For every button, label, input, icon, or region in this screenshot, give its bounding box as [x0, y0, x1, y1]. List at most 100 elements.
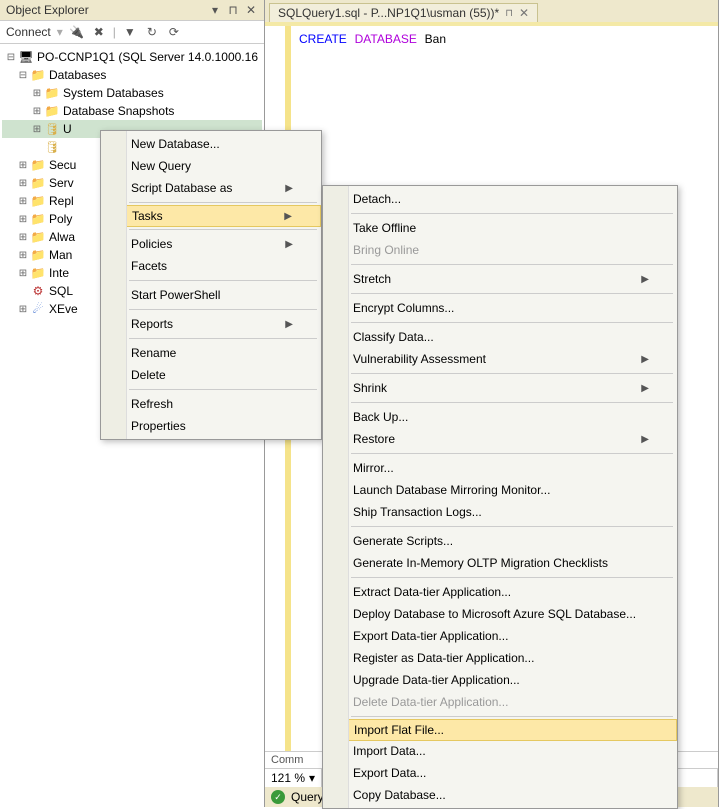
menu-export-data[interactable]: Export Data...	[323, 762, 677, 784]
document-tab[interactable]: SQLQuery1.sql - P...NP1Q1\usman (55))* ⊓…	[269, 3, 538, 22]
collapse-icon[interactable]: ⊟	[16, 70, 30, 81]
tree-node[interactable]: Repl	[49, 194, 74, 208]
chevron-right-icon: ▶	[641, 354, 649, 365]
menu-separator	[351, 293, 673, 294]
menu-restore[interactable]: Restore▶	[323, 428, 677, 450]
expand-icon[interactable]: ⊞	[16, 232, 30, 243]
tree-node[interactable]: Man	[49, 248, 72, 262]
system-databases-node[interactable]: System Databases	[63, 86, 164, 100]
expand-icon[interactable]: ⊞	[16, 196, 30, 207]
menu-vulnerability-assessment[interactable]: Vulnerability Assessment▶	[323, 348, 677, 370]
menu-launch-mirroring-monitor[interactable]: Launch Database Mirroring Monitor...	[323, 479, 677, 501]
object-explorer-toolbar: Connect ▾ 🔌 ✖ | ▼ ↻ ⟳	[0, 21, 264, 44]
folder-icon: 📁	[30, 230, 46, 244]
chevron-right-icon: ▶	[641, 274, 649, 285]
menu-stretch[interactable]: Stretch▶	[323, 268, 677, 290]
menu-separator	[129, 229, 317, 230]
menu-shrink[interactable]: Shrink▶	[323, 377, 677, 399]
menu-extract-dac[interactable]: Extract Data-tier Application...	[323, 581, 677, 603]
menu-separator	[351, 373, 673, 374]
tree-node[interactable]: Inte	[49, 266, 69, 280]
menu-separator	[129, 280, 317, 281]
expand-icon[interactable]: ⊞	[16, 214, 30, 225]
collapse-icon[interactable]: ⊟	[4, 52, 18, 63]
menu-policies[interactable]: Policies▶	[101, 233, 321, 255]
menu-generate-scripts[interactable]: Generate Scripts...	[323, 530, 677, 552]
menu-separator	[351, 453, 673, 454]
tree-node[interactable]: Alwa	[49, 230, 75, 244]
expand-icon[interactable]: ⊞	[30, 106, 44, 117]
menu-import-data[interactable]: Import Data...	[323, 740, 677, 762]
chevron-right-icon: ▶	[284, 211, 292, 222]
expand-icon[interactable]: ⊞	[30, 124, 44, 135]
menu-facets[interactable]: Facets	[101, 255, 321, 277]
menu-properties[interactable]: Properties	[101, 415, 321, 437]
expand-icon[interactable]: ⊞	[16, 304, 30, 315]
menu-start-powershell[interactable]: Start PowerShell	[101, 284, 321, 306]
menu-deploy-azure[interactable]: Deploy Database to Microsoft Azure SQL D…	[323, 603, 677, 625]
chevron-right-icon: ▶	[641, 383, 649, 394]
expand-icon[interactable]: ⊞	[16, 160, 30, 171]
sql-keyword: CREATE	[299, 32, 347, 46]
menu-separator	[129, 309, 317, 310]
menu-ship-transaction-logs[interactable]: Ship Transaction Logs...	[323, 501, 677, 523]
menu-export-dac[interactable]: Export Data-tier Application...	[323, 625, 677, 647]
tree-node[interactable]: XEve	[49, 302, 78, 316]
menu-encrypt-columns[interactable]: Encrypt Columns...	[323, 297, 677, 319]
server-icon: 🖥	[18, 50, 34, 64]
databases-node[interactable]: Databases	[49, 68, 106, 82]
menu-script-database-as[interactable]: Script Database as▶	[101, 177, 321, 199]
document-tabbar: SQLQuery1.sql - P...NP1Q1\usman (55))* ⊓…	[265, 0, 718, 22]
pin-icon[interactable]: ⊓	[226, 3, 240, 17]
zoom-value: 121 %	[271, 771, 305, 785]
tree-node[interactable]: SQL	[49, 284, 73, 298]
menu-detach[interactable]: Detach...	[323, 188, 677, 210]
tree-node[interactable]: Poly	[49, 212, 72, 226]
tasks-submenu: Detach... Take Offline Bring Online Stre…	[322, 185, 678, 809]
menu-separator	[351, 716, 673, 717]
folder-icon: 📁	[30, 68, 46, 82]
expand-icon[interactable]: ⊞	[30, 88, 44, 99]
menu-new-query[interactable]: New Query	[101, 155, 321, 177]
zoom-selector[interactable]: 121 % ▾	[265, 769, 322, 787]
server-node[interactable]: PO-CCNP1Q1 (SQL Server 14.0.1000.16	[37, 50, 258, 64]
menu-upgrade-dac[interactable]: Upgrade Data-tier Application...	[323, 669, 677, 691]
menu-register-dac[interactable]: Register as Data-tier Application...	[323, 647, 677, 669]
menu-classify-data[interactable]: Classify Data...	[323, 326, 677, 348]
expand-icon[interactable]: ⊞	[16, 178, 30, 189]
menu-import-flat-file[interactable]: Import Flat File...	[323, 719, 677, 741]
tree-node[interactable]: Serv	[49, 176, 74, 190]
menu-tasks[interactable]: Tasks▶	[101, 205, 321, 227]
tree-node[interactable]: Secu	[49, 158, 76, 172]
close-icon[interactable]: ✕	[519, 6, 529, 20]
dropdown-icon[interactable]: ▾	[208, 3, 222, 17]
menu-generate-inmemory-checklists[interactable]: Generate In-Memory OLTP Migration Checkl…	[323, 552, 677, 574]
connect-button[interactable]: Connect	[6, 25, 51, 39]
menu-back-up[interactable]: Back Up...	[323, 406, 677, 428]
activity-icon[interactable]: ⟳	[166, 24, 182, 40]
menu-rename[interactable]: Rename	[101, 342, 321, 364]
agent-icon: ⚙	[30, 284, 46, 298]
pin-icon[interactable]: ⊓	[505, 8, 513, 19]
close-icon[interactable]: ✕	[244, 3, 258, 17]
connect-icon[interactable]: 🔌	[69, 24, 85, 40]
expand-icon[interactable]: ⊞	[16, 268, 30, 279]
menu-delete[interactable]: Delete	[101, 364, 321, 386]
menu-take-offline[interactable]: Take Offline	[323, 217, 677, 239]
folder-icon: 📁	[30, 194, 46, 208]
menu-new-database[interactable]: New Database...	[101, 133, 321, 155]
folder-icon: 📁	[30, 158, 46, 172]
menu-reports[interactable]: Reports▶	[101, 313, 321, 335]
menu-mirror[interactable]: Mirror...	[323, 457, 677, 479]
database-node-selected[interactable]: U	[63, 122, 72, 136]
expand-icon[interactable]: ⊞	[16, 250, 30, 261]
disconnect-icon[interactable]: ✖	[91, 24, 107, 40]
snapshots-node[interactable]: Database Snapshots	[63, 104, 174, 118]
menu-copy-database[interactable]: Copy Database...	[323, 784, 677, 806]
refresh-icon[interactable]: ↻	[144, 24, 160, 40]
filter-icon[interactable]: ▼	[122, 24, 138, 40]
menu-refresh[interactable]: Refresh	[101, 393, 321, 415]
folder-icon: 📁	[44, 104, 60, 118]
chevron-down-icon: ▾	[309, 771, 315, 785]
menu-separator	[129, 338, 317, 339]
